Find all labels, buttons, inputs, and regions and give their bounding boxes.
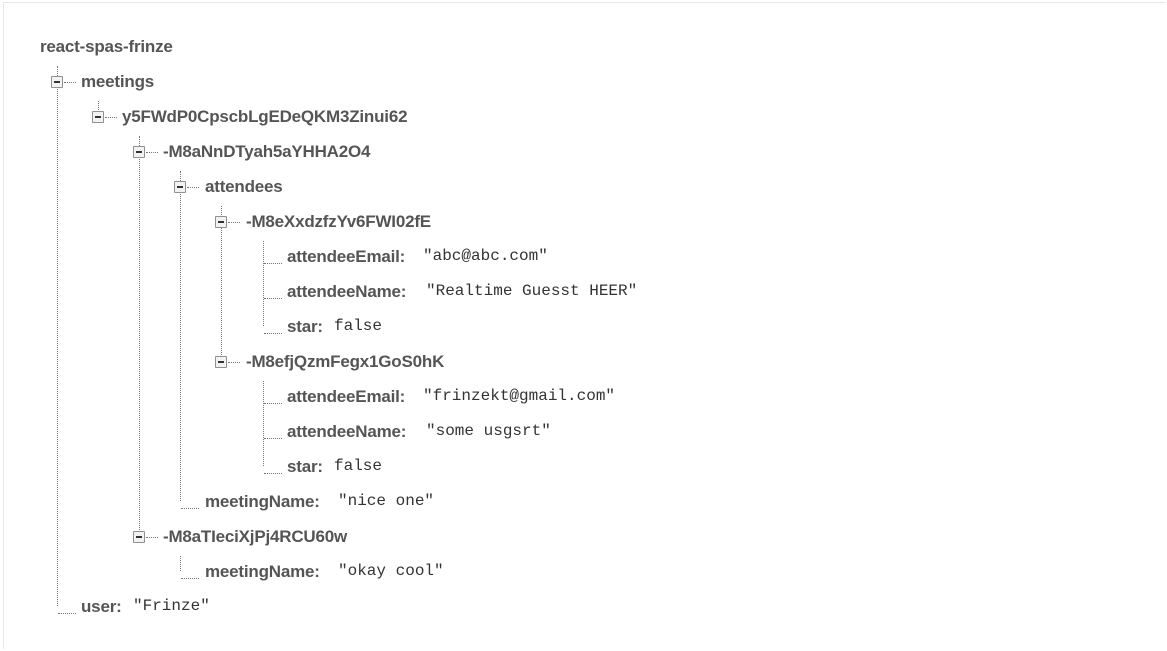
field-key-attendee-email[interactable]: attendeeEmail: (287, 387, 405, 407)
field-value-attendee-name[interactable]: "Realtime Guesst HEER" (426, 282, 647, 300)
tree-guide-line (57, 66, 58, 606)
field-value-star[interactable]: false (334, 317, 383, 335)
node-key-attendees[interactable]: attendees (205, 177, 283, 197)
tree-guide-line (139, 136, 140, 536)
node-key-uid[interactable]: y5FWdP0CpscbLgEDeQKM3Zinui62 (122, 107, 408, 127)
node-key-attendee-1[interactable]: -M8eXxdzfzYv6FWI02fE (246, 212, 431, 232)
tree-connector (105, 117, 117, 118)
field-value-meeting-name[interactable]: "nice one" (338, 492, 433, 510)
tree-guide-line (221, 206, 222, 361)
tree-connector (58, 613, 76, 614)
collapse-toggle-attendees[interactable] (174, 181, 186, 193)
tree-connector (228, 222, 240, 223)
tree-guide-line (180, 556, 181, 571)
field-key-meeting-name[interactable]: meetingName: (205, 562, 320, 582)
tree-guide-line (263, 381, 264, 466)
database-tree-panel (3, 2, 1166, 649)
tree-connector (264, 473, 282, 474)
field-value-user[interactable]: "Frinze" (133, 597, 211, 615)
collapse-toggle-meeting-1[interactable] (133, 146, 145, 158)
collapse-toggle-attendee-1[interactable] (215, 216, 227, 228)
tree-connector (146, 152, 158, 153)
tree-guide-line (180, 171, 181, 501)
root-node-key[interactable]: react-spas-frinze (40, 37, 173, 57)
collapse-toggle-meeting-2[interactable] (133, 531, 145, 543)
tree-connector (264, 438, 282, 439)
tree-connector (264, 263, 282, 264)
collapse-toggle-attendee-2[interactable] (215, 356, 227, 368)
tree-connector (264, 333, 282, 334)
field-value-attendee-email[interactable]: "frinzekt@gmail.com" (423, 387, 615, 405)
field-value-meeting-name[interactable]: "okay cool" (338, 562, 443, 580)
tree-connector (264, 403, 282, 404)
field-key-star[interactable]: star: (287, 457, 323, 477)
node-key-attendee-2[interactable]: -M8efjQzmFegx1GoS0hK (246, 352, 444, 372)
tree-connector (264, 298, 282, 299)
field-value-attendee-email[interactable]: "abc@abc.com" (423, 247, 548, 265)
tree-connector (181, 508, 199, 509)
tree-connector (181, 578, 199, 579)
node-key-meetings[interactable]: meetings (81, 72, 154, 92)
collapse-toggle-uid[interactable] (92, 111, 104, 123)
field-key-user[interactable]: user: (81, 597, 122, 617)
field-value-attendee-name[interactable]: "some usgsrt" (426, 422, 552, 440)
node-key-meeting-2[interactable]: -M8aTIeciXjPj4RCU60w (163, 527, 347, 547)
field-key-attendee-name[interactable]: attendeeName: (287, 422, 406, 442)
field-key-star[interactable]: star: (287, 317, 323, 337)
tree-connector (187, 187, 199, 188)
node-key-meeting-1[interactable]: -M8aNnDTyah5aYHHA2O4 (163, 142, 370, 162)
field-key-attendee-name[interactable]: attendeeName: (287, 282, 406, 302)
field-key-meeting-name[interactable]: meetingName: (205, 492, 320, 512)
tree-guide-line (263, 241, 264, 326)
field-key-attendee-email[interactable]: attendeeEmail: (287, 247, 405, 267)
field-value-star[interactable]: false (334, 457, 383, 475)
collapse-toggle-meetings[interactable] (51, 76, 63, 88)
tree-connector (64, 82, 76, 83)
tree-connector (228, 362, 240, 363)
tree-connector (146, 537, 158, 538)
